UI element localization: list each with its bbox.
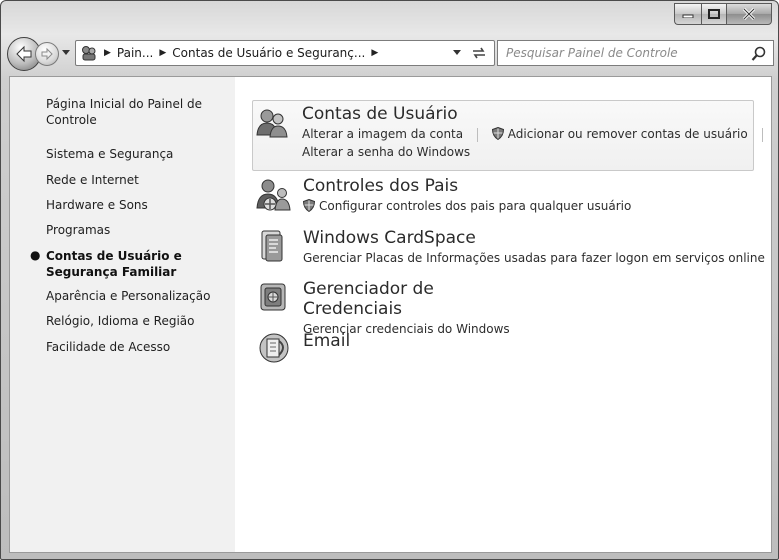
content-area: Página Inicial do Painel de Controle Sis…	[9, 76, 772, 553]
change-windows-password-link[interactable]: Alterar a senha do Windows	[302, 144, 771, 160]
minimize-icon	[682, 14, 694, 18]
search-box[interactable]: Pesquisar Painel de Controle	[497, 40, 774, 66]
navigation-bar: ▶ Pain... ▶ Contas de Usuário e Seguranç…	[7, 37, 774, 71]
sidebar-item-clock-language[interactable]: Relógio, Idioma e Região	[46, 313, 195, 329]
uac-shield-icon	[491, 127, 504, 140]
sidebar-item-network-internet[interactable]: Rede e Internet	[46, 172, 139, 188]
uac-shield-icon	[303, 199, 315, 212]
address-bar[interactable]: ▶ Pain... ▶ Contas de Usuário e Seguranç…	[75, 40, 495, 66]
breadcrumb-separator-icon[interactable]: ▶	[371, 48, 378, 58]
sidebar-item-user-accounts[interactable]: Contas de Usuário e Segurança Familiar	[46, 248, 182, 280]
users-icon	[256, 109, 288, 138]
close-button[interactable]	[726, 3, 772, 25]
category-title[interactable]: Email	[303, 331, 350, 351]
change-account-picture-link[interactable]: Alterar a imagem da conta	[302, 127, 463, 141]
link-divider	[761, 127, 763, 142]
sidebar-item-label: Segurança Familiar	[46, 265, 177, 279]
maximize-icon	[708, 9, 720, 19]
forward-button[interactable]	[35, 42, 59, 66]
active-bullet-icon: ●	[30, 248, 41, 262]
setup-parental-controls-link[interactable]: Configurar controles dos pais para qualq…	[319, 199, 631, 213]
link-divider	[476, 127, 478, 142]
control-panel-icon	[82, 46, 96, 61]
refresh-icon[interactable]	[470, 44, 488, 62]
category-title[interactable]: Gerenciador de Credenciais	[303, 279, 510, 319]
category-user-accounts[interactable]: Contas de Usuário Alterar a imagem da co…	[252, 100, 763, 171]
sidebar-item-label: Controle	[46, 113, 97, 127]
recent-pages-dropdown-icon[interactable]	[61, 48, 71, 56]
close-icon	[742, 8, 756, 20]
email-icon	[259, 333, 289, 363]
search-icon[interactable]	[751, 46, 767, 62]
breadcrumb-separator-icon[interactable]: ▶	[159, 48, 166, 58]
manage-information-cards-link[interactable]: Gerenciar Placas de Informações usadas p…	[303, 250, 765, 266]
category-title[interactable]: Controles dos Pais	[303, 176, 631, 196]
main-panel: Contas de Usuário Alterar a imagem da co…	[235, 77, 771, 552]
breadcrumb: ▶ Pain... ▶ Contas de Usuário e Seguranç…	[98, 46, 384, 60]
minimize-button[interactable]	[674, 3, 701, 25]
forward-arrow-icon	[41, 47, 53, 61]
add-remove-accounts-link[interactable]: Adicionar ou remover contas de usuário	[508, 127, 748, 141]
sidebar-item-system-security[interactable]: Sistema e Segurança	[46, 146, 173, 162]
caption-buttons	[674, 3, 772, 25]
parental-controls-icon	[256, 179, 291, 211]
breadcrumb-separator-icon[interactable]: ▶	[104, 48, 111, 58]
sidebar-item-ease-of-access[interactable]: Facilidade de Acesso	[46, 339, 170, 355]
sidebar-item-control-panel-home[interactable]: Página Inicial do Painel de Controle	[46, 96, 202, 128]
maximize-button[interactable]	[701, 3, 726, 25]
category-title[interactable]: Windows CardSpace	[303, 228, 765, 248]
category-title[interactable]: Contas de Usuário	[302, 104, 771, 124]
breadcrumb-item-user-accounts[interactable]: Contas de Usuário e Seguranç...	[172, 46, 365, 60]
control-panel-window: ▶ Pain... ▶ Contas de Usuário e Seguranç…	[0, 0, 779, 560]
sidebar-item-programs[interactable]: Programas	[46, 222, 110, 238]
sidebar-item-hardware-sound[interactable]: Hardware e Sons	[46, 197, 148, 213]
sidebar-item-label: Contas de Usuário e	[46, 249, 182, 263]
breadcrumb-item-control-panel[interactable]: Pain...	[117, 46, 153, 60]
sidebar-item-appearance[interactable]: Aparência e Personalização	[46, 288, 210, 304]
sidebar-item-label: Página Inicial do Painel de	[46, 97, 202, 111]
credential-vault-icon	[260, 283, 286, 311]
search-input[interactable]: Pesquisar Painel de Controle	[506, 46, 678, 60]
address-dropdown-icon[interactable]	[452, 48, 462, 56]
sidebar: Página Inicial do Painel de Controle Sis…	[10, 77, 235, 552]
cardspace-icon	[261, 230, 283, 262]
